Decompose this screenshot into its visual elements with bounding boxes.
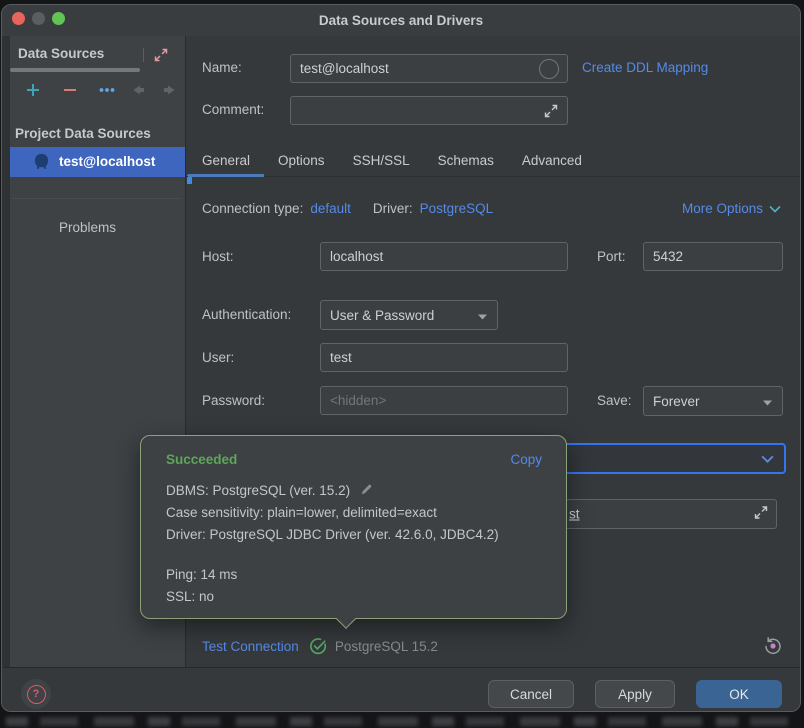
forward-icon (162, 82, 178, 98)
zoom-icon[interactable] (52, 12, 65, 25)
help-icon: ? (27, 685, 46, 704)
minimize-icon[interactable] (32, 12, 45, 25)
sidebar-item-test-localhost[interactable]: test@localhost (10, 147, 185, 177)
sidebar-divider (12, 198, 182, 199)
save-select[interactable]: Forever (643, 386, 783, 416)
host-field[interactable]: localhost (320, 242, 568, 271)
spinner-circle-icon (539, 59, 559, 79)
comment-field[interactable] (290, 96, 568, 125)
user-field[interactable]: test (320, 343, 568, 372)
apply-button[interactable]: Apply (595, 680, 675, 708)
password-label: Password: (202, 391, 265, 411)
password-field[interactable]: <hidden> (320, 386, 568, 415)
expand-panel-icon[interactable] (153, 47, 169, 66)
status-badge: Succeeded (166, 452, 237, 467)
case-sensitivity-line: Case sensitivity: plain=lower, delimited… (166, 502, 542, 523)
name-field[interactable]: test@localhost (290, 54, 568, 83)
driver-line: Driver: PostgreSQL JDBC Driver (ver. 42.… (166, 524, 542, 545)
host-label: Host: (202, 247, 234, 267)
tab-bar: General Options SSH/SSL Schemas Advanced (186, 146, 800, 177)
host-value: localhost (330, 249, 383, 264)
dropdown-arrow-icon (478, 308, 487, 323)
port-field[interactable]: 5432 (643, 242, 783, 271)
background-blurred-text (6, 717, 798, 726)
forward-button[interactable] (161, 81, 179, 99)
test-connection-link[interactable]: Test Connection (202, 639, 299, 654)
sidebar-item-label: test@localhost (59, 147, 155, 177)
button-bar: ? Cancel Apply OK (2, 667, 800, 711)
dialog-window: Data Sources and Drivers Data Sources (1, 4, 801, 712)
expand-icon[interactable] (753, 505, 769, 524)
authentication-label: Authentication: (202, 305, 291, 325)
chevron-down-icon (769, 205, 781, 213)
help-button[interactable]: ? (21, 679, 51, 709)
ssl-line: SSL: no (166, 586, 542, 607)
back-button[interactable] (129, 81, 147, 99)
tab-general[interactable]: General (188, 146, 264, 176)
dropdown-arrow-icon (763, 394, 772, 409)
create-ddl-mapping-link[interactable]: Create DDL Mapping (582, 58, 708, 78)
password-placeholder: <hidden> (330, 393, 386, 408)
save-label: Save: (597, 391, 632, 411)
connection-type-row: Connection type: default Driver: Postgre… (202, 199, 781, 219)
sidebar-section-label: Project Data Sources (15, 124, 151, 144)
tab-advanced[interactable]: Advanced (508, 146, 596, 176)
test-connection-row: Test Connection PostgreSQL 15.2 (202, 635, 783, 657)
desktop-strip (0, 712, 804, 728)
back-icon (130, 82, 146, 98)
chevron-down-icon[interactable] (761, 451, 774, 466)
authentication-select[interactable]: User & Password (320, 300, 498, 330)
remove-icon (62, 82, 78, 98)
test-connection-result-popup: Succeeded Copy DBMS: PostgreSQL (ver. 15… (140, 435, 567, 619)
ping-line: Ping: 14 ms (166, 564, 542, 585)
user-label: User: (202, 348, 234, 368)
connection-type-label: Connection type: (202, 199, 303, 219)
close-icon[interactable] (12, 12, 25, 25)
sidebar-item-problems[interactable]: Problems (59, 218, 116, 238)
add-button[interactable] (24, 81, 42, 99)
more-actions-button[interactable] (98, 81, 116, 99)
server-version: PostgreSQL 15.2 (335, 639, 438, 654)
user-value: test (330, 350, 352, 365)
url-visible-text: st (569, 507, 580, 522)
horizontal-scrollbar-thumb[interactable] (10, 68, 140, 72)
authentication-value: User & Password (330, 308, 434, 323)
window-title: Data Sources and Drivers (2, 5, 800, 36)
driver-label: Driver: (373, 199, 413, 219)
left-gutter (2, 36, 10, 667)
save-value: Forever (653, 394, 700, 409)
tab-options[interactable]: Options (264, 146, 339, 176)
expand-icon[interactable] (543, 103, 559, 119)
more-options-link[interactable]: More Options (682, 199, 781, 219)
more-icon (98, 82, 116, 98)
header-divider (143, 48, 144, 62)
cancel-button[interactable]: Cancel (488, 680, 574, 708)
ok-button[interactable]: OK (696, 680, 782, 708)
check-circle-icon (309, 637, 327, 655)
port-value: 5432 (653, 249, 683, 264)
pencil-icon[interactable] (360, 481, 373, 502)
postgres-icon (32, 152, 51, 174)
desktop-background: Data Sources and Drivers Data Sources (0, 0, 804, 728)
dbms-line: DBMS: PostgreSQL (ver. 15.2) (166, 483, 350, 498)
name-value: test@localhost (300, 61, 389, 76)
titlebar: Data Sources and Drivers (2, 5, 800, 36)
remove-button[interactable] (61, 81, 79, 99)
history-icon[interactable] (763, 636, 783, 656)
connection-type-value-link[interactable]: default (310, 199, 351, 219)
name-label: Name: (202, 58, 242, 78)
tab-ssh-ssl[interactable]: SSH/SSL (339, 146, 424, 176)
copy-link[interactable]: Copy (510, 452, 542, 467)
sidebar-header: Data Sources (18, 44, 104, 64)
tab-schemas[interactable]: Schemas (424, 146, 508, 176)
driver-value-link[interactable]: PostgreSQL (420, 199, 494, 219)
add-icon (25, 82, 41, 98)
comment-label: Comment: (202, 100, 264, 120)
port-label: Port: (597, 247, 626, 267)
